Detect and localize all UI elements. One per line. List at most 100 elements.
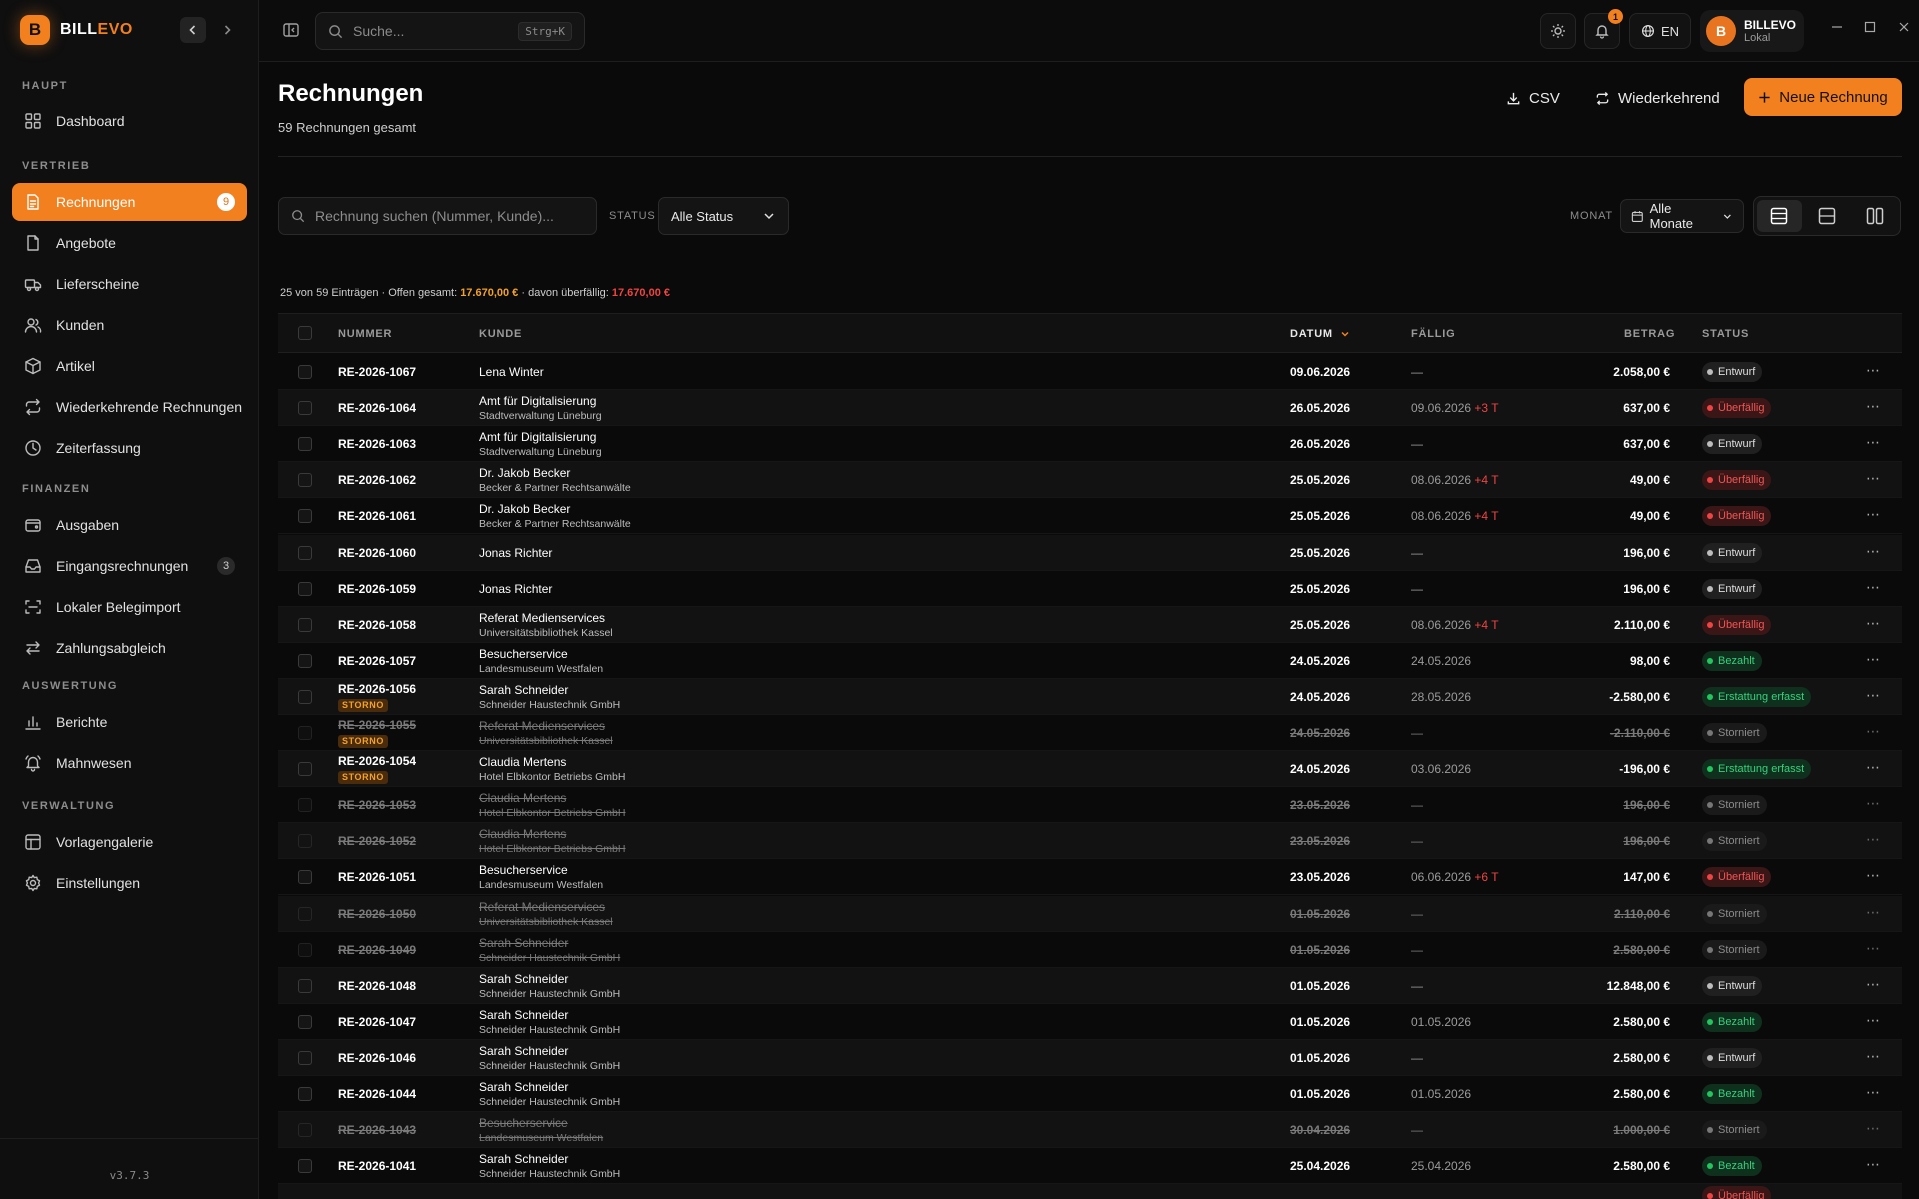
more-actions-icon[interactable]: ⋯ xyxy=(1866,831,1881,848)
more-actions-icon[interactable]: ⋯ xyxy=(1866,723,1881,740)
sidebar-item-kunden[interactable]: Kunden xyxy=(12,306,247,344)
row-checkbox[interactable] xyxy=(298,581,312,596)
table-row[interactable]: RE-2026-1043 Besucherservice Landesmuseum … xyxy=(278,1112,1902,1149)
sidebar-item-berichte[interactable]: Berichte xyxy=(12,703,247,741)
more-actions-icon[interactable]: ⋯ xyxy=(1866,506,1881,523)
sidebar-toggle-icon[interactable] xyxy=(279,18,303,42)
sidebar-item-vorlagengalerie[interactable]: Vorlagengalerie xyxy=(12,823,247,861)
table-row[interactable]: RE-2026-1061 Dr. Jakob Becker Becker & Par… xyxy=(278,498,1902,535)
table-row[interactable]: RE-2026-1067 Lena Winter 09.06.2026 — 2.058,… xyxy=(278,354,1902,390)
more-actions-icon[interactable]: ⋯ xyxy=(1866,940,1881,957)
row-checkbox[interactable] xyxy=(298,617,312,632)
maximize-icon[interactable] xyxy=(1860,20,1880,36)
invoice-number[interactable]: RE-2026-1060 xyxy=(338,546,416,560)
more-actions-icon[interactable]: ⋯ xyxy=(1866,579,1881,596)
global-search-input[interactable]: Suche... Strg+K xyxy=(315,12,585,50)
table-row[interactable]: RE-2026-1049 Sarah Schneider Schneider Hau… xyxy=(278,932,1902,968)
table-row[interactable]: RE-2026-1041 Sarah Schneider Schneider Hau… xyxy=(278,1148,1902,1185)
table-row[interactable]: RE-2026-1051 Besucherservice Landesmuseum … xyxy=(278,859,1902,896)
table-row[interactable]: RE-2026-1063 Amt für Digitalisierung Stadt… xyxy=(278,426,1902,463)
sidebar-item-wiederkehrende-rechnungen[interactable]: Wiederkehrende Rechnungen xyxy=(12,388,247,426)
invoice-number[interactable]: RE-2026-1043 xyxy=(338,1123,416,1137)
row-checkbox[interactable] xyxy=(298,473,312,488)
column-due[interactable]: FÄLLIG xyxy=(1411,328,1456,340)
more-actions-icon[interactable]: ⋯ xyxy=(1866,651,1881,668)
more-actions-icon[interactable]: ⋯ xyxy=(1866,398,1881,415)
table-row[interactable]: RE-2026-1047 Sarah Schneider Schneider Hau… xyxy=(278,1004,1902,1040)
row-checkbox[interactable] xyxy=(298,1159,312,1174)
sidebar-item-angebote[interactable]: Angebote xyxy=(12,224,247,262)
table-row[interactable]: RE-2026-1052 Claudia Mertens Hotel Elbkont… xyxy=(278,823,1902,860)
sidebar-item-zahlungsabgleich[interactable]: Zahlungsabgleich xyxy=(12,629,247,667)
row-checkbox[interactable] xyxy=(298,437,312,452)
sidebar-item-einstellungen[interactable]: Einstellungen xyxy=(12,864,247,902)
invoice-number[interactable]: RE-2026-1046 xyxy=(338,1051,416,1065)
row-checkbox[interactable] xyxy=(298,401,312,416)
sidebar-item-rechnungen[interactable]: Rechnungen 9 xyxy=(12,183,247,221)
row-checkbox[interactable] xyxy=(298,726,312,740)
invoice-number[interactable]: RE-2026-1059 xyxy=(338,582,416,596)
column-date[interactable]: DATUM xyxy=(1290,328,1350,340)
minimize-icon[interactable] xyxy=(1827,20,1847,36)
row-checkbox[interactable] xyxy=(298,1087,312,1101)
row-checkbox[interactable] xyxy=(298,762,312,777)
sidebar-item-ausgaben[interactable]: Ausgaben xyxy=(12,506,247,544)
invoice-search-input[interactable]: Rechnung suchen (Nummer, Kunde)... xyxy=(278,197,597,235)
row-checkbox[interactable] xyxy=(298,798,312,813)
table-row[interactable]: RE-2026-1050 Referat Medienservices Univer… xyxy=(278,895,1902,932)
sidebar-item-zeiterfassung[interactable]: Zeiterfassung xyxy=(12,429,247,467)
window-close-icon[interactable] xyxy=(1894,20,1914,36)
sidebar-item-dashboard[interactable]: Dashboard xyxy=(12,102,247,140)
more-actions-icon[interactable]: ⋯ xyxy=(1866,1048,1881,1065)
row-checkbox[interactable] xyxy=(298,978,312,993)
invoice-number[interactable]: RE-2026-1049 xyxy=(338,943,416,957)
invoice-number[interactable]: RE-2026-1048 xyxy=(338,979,416,993)
more-actions-icon[interactable]: ⋯ xyxy=(1866,1012,1881,1029)
row-checkbox[interactable] xyxy=(298,365,312,379)
more-actions-icon[interactable]: ⋯ xyxy=(1866,795,1881,812)
row-checkbox[interactable] xyxy=(298,1014,312,1029)
table-row[interactable]: RE-2026-1064 Amt für Digitalisierung Stadt… xyxy=(278,390,1902,427)
row-checkbox[interactable] xyxy=(298,689,312,704)
invoice-number[interactable]: RE-2026-1057 xyxy=(338,654,416,668)
more-actions-icon[interactable]: ⋯ xyxy=(1866,470,1881,487)
invoice-number[interactable]: RE-2026-1054 xyxy=(338,754,416,768)
row-checkbox[interactable] xyxy=(298,545,312,560)
sidebar-item-artikel[interactable]: Artikel xyxy=(12,347,247,385)
invoice-number[interactable]: RE-2026-1067 xyxy=(338,365,416,379)
table-row[interactable]: Überfällig xyxy=(278,1184,1902,1199)
sidebar-item-lokaler-belegimport[interactable]: Lokaler Belegimport xyxy=(12,588,247,626)
row-checkbox[interactable] xyxy=(298,509,312,524)
view-list-icon[interactable] xyxy=(1757,200,1802,232)
view-columns-icon[interactable] xyxy=(1852,200,1897,232)
more-actions-icon[interactable]: ⋯ xyxy=(1866,759,1881,776)
invoice-number[interactable]: RE-2026-1058 xyxy=(338,618,416,632)
row-checkbox[interactable] xyxy=(298,870,312,885)
sidebar-item-eingangsrechnungen[interactable]: Eingangsrechnungen 3 xyxy=(12,547,247,585)
row-checkbox[interactable] xyxy=(298,834,312,849)
invoice-number[interactable]: RE-2026-1041 xyxy=(338,1159,416,1173)
table-row[interactable]: RE-2026-1057 Besucherservice Landesmuseum … xyxy=(278,643,1902,679)
csv-export-button[interactable]: CSV xyxy=(1506,79,1560,117)
invoice-number[interactable]: RE-2026-1052 xyxy=(338,834,416,848)
row-checkbox[interactable] xyxy=(298,1123,312,1138)
invoice-number[interactable]: RE-2026-1051 xyxy=(338,870,416,884)
more-actions-icon[interactable]: ⋯ xyxy=(1866,434,1881,451)
column-amount[interactable]: BETRAG xyxy=(1624,328,1675,340)
table-row[interactable]: RE-2026-1048 Sarah Schneider Schneider Hau… xyxy=(278,967,1902,1004)
table-row[interactable]: RE-2026-1055 STORNO Referat Medienservices… xyxy=(278,715,1902,751)
more-actions-icon[interactable]: ⋯ xyxy=(1866,1120,1881,1137)
view-split-horizontal-icon[interactable] xyxy=(1805,200,1850,232)
table-row[interactable]: RE-2026-1062 Dr. Jakob Becker Becker & Par… xyxy=(278,462,1902,499)
invoice-number[interactable]: RE-2026-1061 xyxy=(338,509,416,523)
status-select[interactable]: Alle Status xyxy=(658,197,789,235)
theme-toggle-button[interactable] xyxy=(1540,13,1576,49)
invoice-number[interactable]: RE-2026-1053 xyxy=(338,798,416,812)
new-invoice-button[interactable]: Neue Rechnung xyxy=(1744,78,1902,116)
more-actions-icon[interactable]: ⋯ xyxy=(1866,687,1881,704)
forward-icon[interactable] xyxy=(214,17,240,43)
more-actions-icon[interactable]: ⋯ xyxy=(1866,1156,1881,1173)
language-selector[interactable]: EN xyxy=(1629,13,1691,49)
invoice-number[interactable]: RE-2026-1064 xyxy=(338,401,416,415)
invoice-number[interactable]: RE-2026-1062 xyxy=(338,473,416,487)
